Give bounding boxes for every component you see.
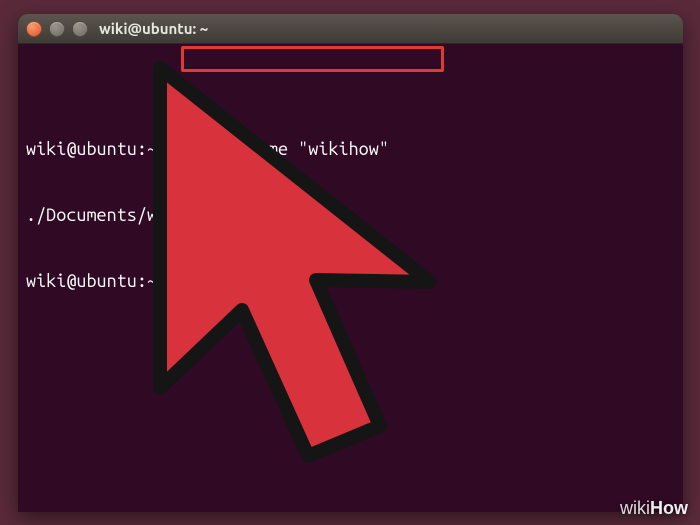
output-text: ./Documents/wikihow bbox=[26, 204, 218, 226]
command-text: find -iname "wikihow" bbox=[177, 138, 389, 160]
text-cursor-icon bbox=[179, 270, 190, 289]
wikihow-watermark: wikiHow bbox=[620, 498, 688, 519]
maximize-icon[interactable] bbox=[72, 21, 88, 37]
shell-prompt: wiki@ubuntu:~$ bbox=[26, 138, 167, 160]
command-highlight-box bbox=[181, 46, 444, 72]
minimize-icon[interactable] bbox=[49, 21, 65, 37]
close-icon[interactable] bbox=[26, 21, 42, 37]
terminal-line-1: wiki@ubuntu:~$ find -iname "wikihow" bbox=[26, 138, 675, 160]
terminal-line-2: ./Documents/wikihow bbox=[26, 204, 675, 226]
terminal-line-3: wiki@ubuntu:~$ bbox=[26, 270, 675, 292]
terminal-window: wiki@ubuntu: ~ wiki@ubuntu:~$ find -inam… bbox=[18, 14, 683, 512]
shell-prompt: wiki@ubuntu:~$ bbox=[26, 270, 167, 292]
window-title: wiki@ubuntu: ~ bbox=[99, 20, 208, 37]
terminal-body[interactable]: wiki@ubuntu:~$ find -iname "wikihow" ./D… bbox=[18, 44, 683, 344]
window-titlebar: wiki@ubuntu: ~ bbox=[18, 14, 683, 44]
